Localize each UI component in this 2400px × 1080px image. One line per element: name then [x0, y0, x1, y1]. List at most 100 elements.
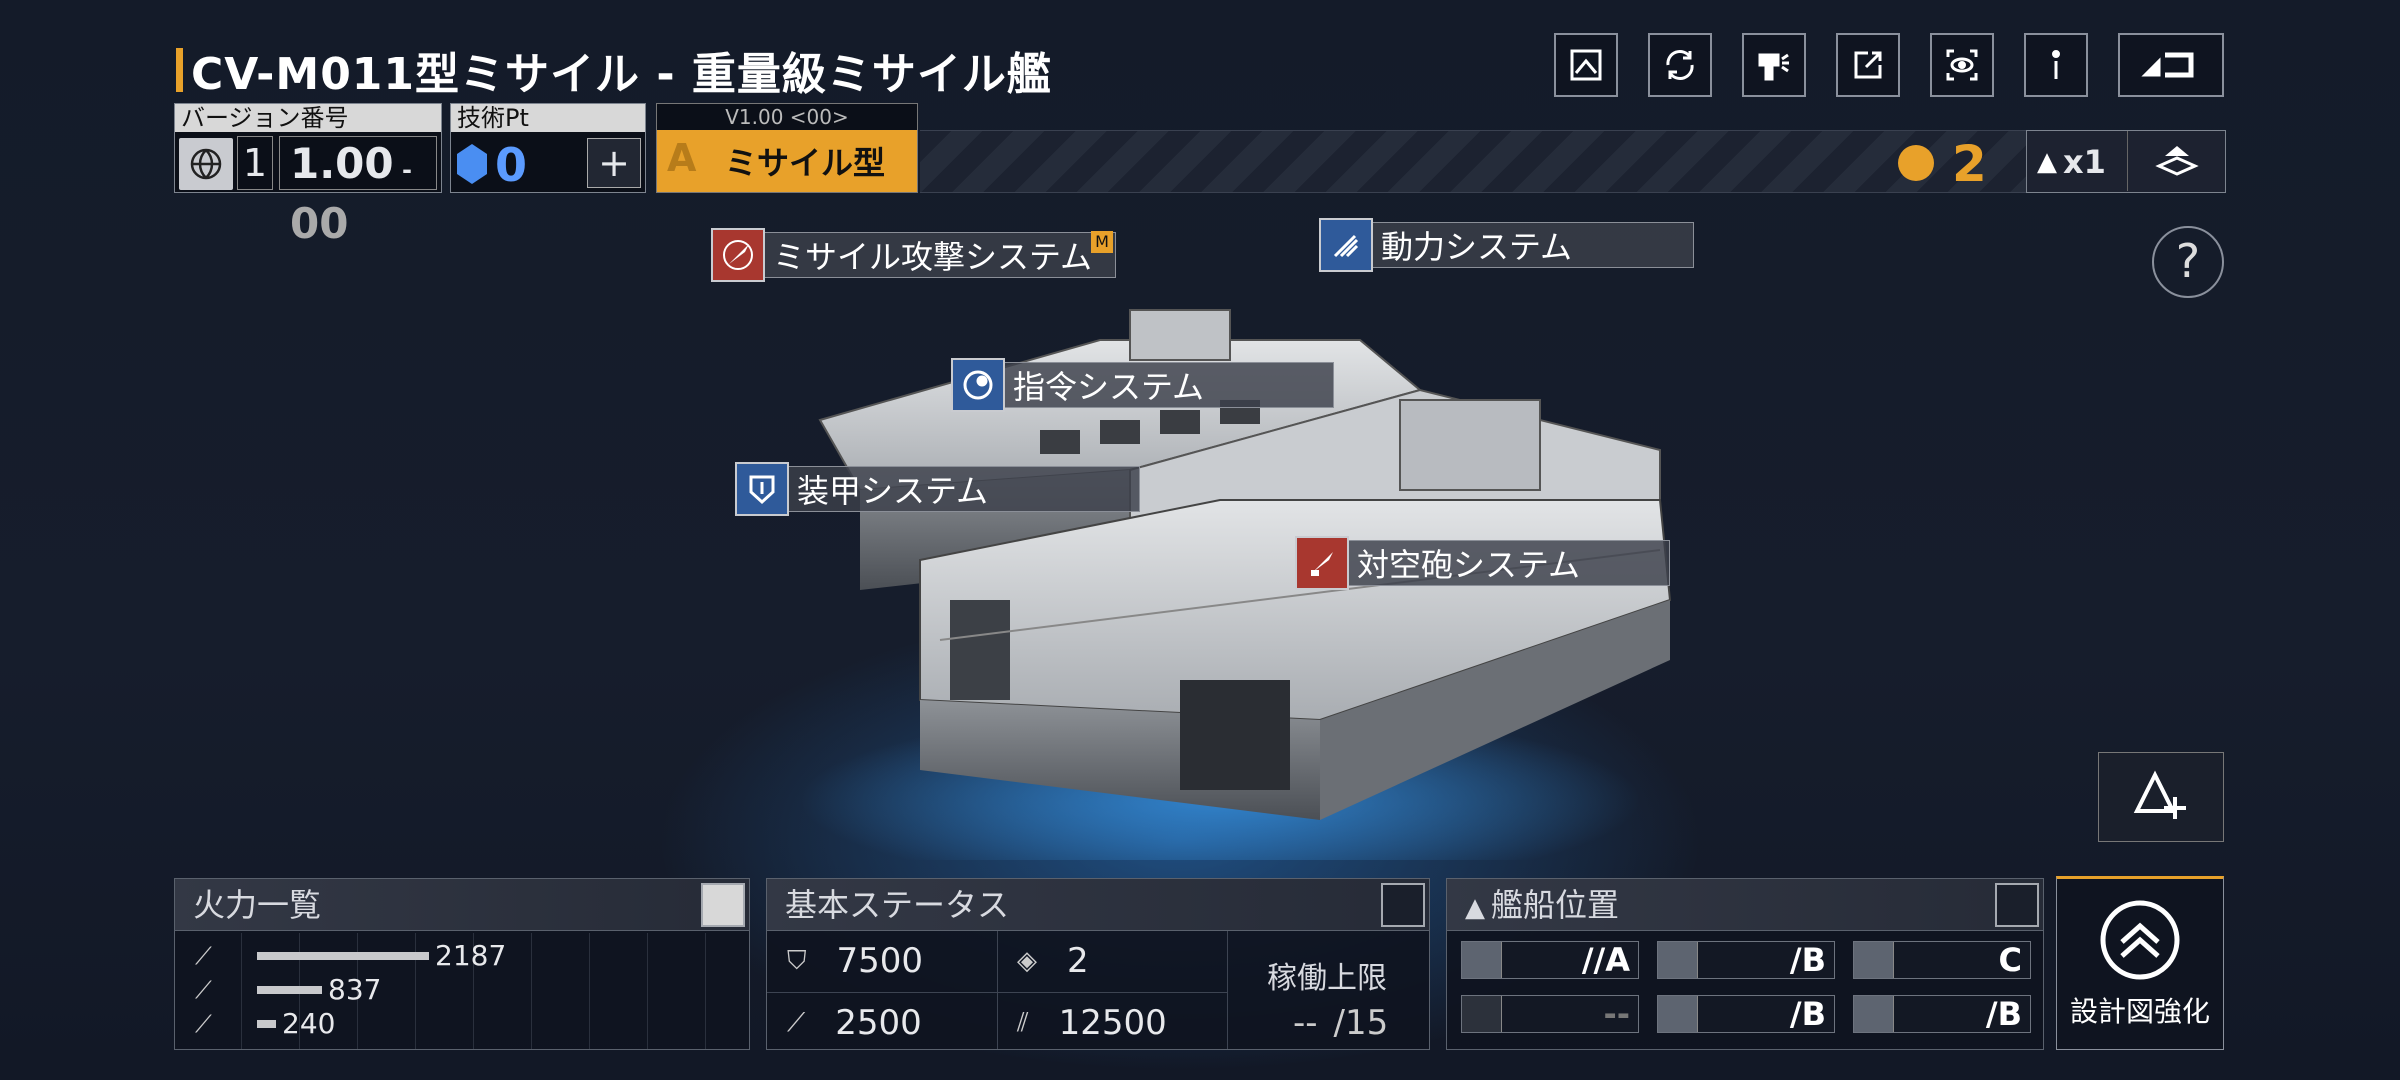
tech-label: 技術Pt [451, 104, 645, 132]
command-system-label: 指令システム [1013, 368, 1205, 406]
limit-value-row: -- /15 [1293, 1003, 1388, 1043]
armor-stat-icon: ◈ [1017, 946, 1037, 976]
armor-system-tag[interactable]: 装甲システム [735, 462, 1140, 516]
armor-stat: ◈ 2 [1017, 941, 1089, 981]
missile-badge: M [1091, 231, 1113, 253]
window-icon[interactable] [1381, 883, 1425, 927]
speed-value: 2500 [835, 1003, 922, 1043]
info-button[interactable] [2024, 33, 2088, 97]
fp-bar-2 [257, 985, 322, 994]
tech-value: 0 [495, 138, 528, 192]
armor-value: 2 [1067, 941, 1089, 981]
fp-icon-1: ⟋ [195, 941, 212, 970]
position-title: 艦船位置 [1491, 886, 1620, 924]
fp-bar-3 [257, 1019, 276, 1028]
position-header: ▲ 艦船位置 [1447, 879, 2043, 931]
paint-button[interactable] [1742, 33, 1806, 97]
type-label: ミサイル型 [725, 144, 886, 182]
paint-icon [1758, 53, 1789, 81]
triangle-plus-icon [2133, 770, 2186, 819]
help-button[interactable]: ? [2152, 226, 2224, 298]
shield-icon [735, 462, 789, 516]
slot-1-1-grade: //A [1581, 941, 1630, 979]
slot-2-2[interactable]: /B [1657, 995, 1835, 1033]
slot-1-2[interactable]: /B [1657, 941, 1835, 979]
status-divider-1 [997, 931, 998, 1049]
slot-2-3[interactable]: /B [1853, 995, 2031, 1033]
info-bar: バージョン番号 1 1.00 - 00 技術Pt 0 + V1.00 <00> … [174, 103, 2226, 248]
top-toolbar [1554, 33, 2224, 97]
rank-multiplier: x1 [2063, 143, 2106, 181]
globe-icon [179, 138, 233, 190]
slot-2-1[interactable]: -- [1461, 995, 1639, 1033]
fp-value-1: 2187 [435, 939, 507, 972]
title-text: CV-M011型ミサイル - 重量級ミサイル艦 [191, 49, 1052, 100]
tag-icon[interactable] [1995, 883, 2039, 927]
slot-1-1[interactable]: //A [1461, 941, 1639, 979]
tech-box: 技術Pt 0 + [450, 103, 646, 193]
version-value-box: 1.00 - 00 [279, 136, 437, 248]
version-major: 1 [237, 136, 273, 190]
view-icon [1946, 49, 1978, 81]
stripe-band [920, 130, 2030, 193]
blueprint-icon [1570, 49, 1602, 81]
upgrade-label: 設計図強化 [2069, 995, 2210, 1028]
firepower-header: 火力一覧 [175, 879, 749, 931]
slot-1-2-grade: /B [1789, 941, 1826, 979]
blueprint-button[interactable] [1554, 33, 1618, 97]
speed-stat: ⟋ 2500 [787, 1003, 922, 1043]
slot-icon [1854, 942, 1894, 978]
view-button[interactable] [1930, 33, 1994, 97]
power-system-label: 動力システム [1381, 228, 1573, 266]
return-icon [2141, 52, 2194, 78]
power-icon [1319, 218, 1373, 272]
return-button[interactable] [2118, 33, 2224, 97]
add-blueprint-button[interactable] [2098, 752, 2224, 842]
fp-bar-1 [257, 951, 429, 960]
missile-system-tag[interactable]: ミサイル攻撃システム M [711, 228, 1116, 282]
power-system-tag[interactable]: 動力システム [1319, 218, 1694, 272]
fp-icon-3: ⟋ [195, 1009, 212, 1038]
firepower-panel: 火力一覧 ⟋ 2187 ⟋ 837 ⟋ 240 [174, 878, 750, 1050]
rank-box: ▲ x1 [2026, 130, 2226, 193]
slot-icon [1462, 942, 1502, 978]
slot-1-3-grade: C [1998, 941, 2022, 979]
share-button[interactable] [1836, 33, 1900, 97]
limit-max: /15 [1333, 1003, 1389, 1043]
aa-system-tag[interactable]: 対空砲システム [1295, 536, 1670, 590]
slot-1-3[interactable]: C [1853, 941, 2031, 979]
limit-value: -- [1293, 1003, 1318, 1043]
refresh-button[interactable] [1648, 33, 1712, 97]
type-box: V1.00 <00> A ミサイル型 [656, 103, 918, 193]
layers-up-icon [2154, 146, 2199, 176]
limit-label: 稼働上限 [1267, 961, 1387, 996]
refresh-icon [1666, 50, 1694, 80]
version-sub: 00 [290, 199, 349, 248]
fp-row-2: ⟋ 837 [195, 973, 381, 1006]
expand-icon[interactable] [701, 883, 745, 927]
info-icon [2052, 50, 2060, 79]
speed-stat-icon: ⟋ [787, 1007, 806, 1038]
status-panel: 基本ステータス ⛉ 7500 ◈ 2 ⟋ 2500 ⫽ 12500 稼働上限 --/15 [766, 878, 1430, 1050]
cargo-value: 12500 [1058, 1003, 1167, 1043]
tech-add-button[interactable]: + [587, 138, 641, 188]
slot-2-1-grade: -- [1603, 995, 1630, 1033]
fp-icon-2: ⟋ [195, 975, 212, 1004]
type-grade: A [667, 136, 697, 180]
aa-system-label: 対空砲システム [1357, 546, 1581, 584]
rank-value: 2 [1952, 135, 1987, 193]
fp-value-2: 837 [328, 973, 382, 1006]
level-up-button[interactable] [2127, 131, 2225, 191]
cargo-stat: ⫽ 12500 [1017, 1003, 1167, 1043]
hp-value: 7500 [836, 941, 924, 981]
command-system-tag[interactable]: 指令システム [951, 358, 1334, 412]
slot-icon [1658, 996, 1698, 1032]
rank-up-icon: ▲ [2037, 147, 2057, 177]
firepower-title: 火力一覧 [193, 886, 322, 924]
upgrade-button[interactable]: 設計図強化 [2056, 876, 2224, 1050]
version-box: バージョン番号 1 1.00 - 00 [174, 103, 442, 248]
armor-system-label: 装甲システム [797, 472, 989, 510]
type-version: V1.00 <00> [657, 104, 917, 130]
slot-2-2-grade: /B [1789, 995, 1826, 1033]
status-title: 基本ステータス [785, 886, 1010, 924]
